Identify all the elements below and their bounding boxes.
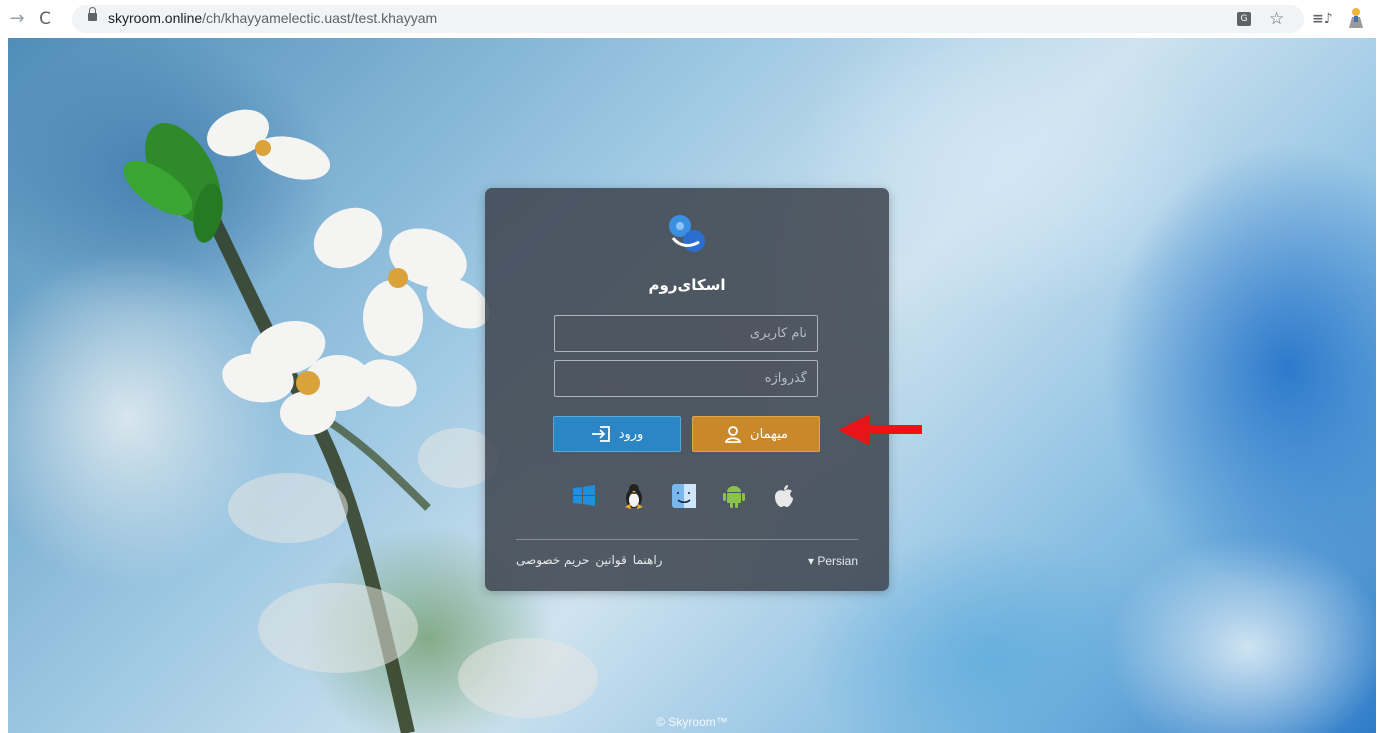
url-host: skyroom.online [108,10,203,26]
bookmark-star-icon[interactable]: ☆ [1269,9,1284,29]
apple-icon[interactable] [769,480,799,512]
forward-arrow-icon[interactable]: → [6,8,28,30]
guest-button-label: میهمان [750,426,788,442]
profile-avatar-icon[interactable] [1345,6,1367,30]
login-button-label: ورود [618,426,644,442]
red-arrow-annotation-icon [838,414,922,446]
lock-icon[interactable] [88,7,97,21]
password-input[interactable] [555,361,817,396]
language-dropdown-icon: ▾ [807,554,818,568]
copyright-text: © Skyroom™ [656,715,728,729]
help-link[interactable]: راهنما [633,553,663,567]
url-text[interactable]: skyroom.online/ch/khayyamelectic.uast/te… [108,10,437,26]
username-input[interactable] [555,316,817,351]
username-field[interactable] [554,315,818,352]
terms-link[interactable]: قوانین [595,553,626,567]
translate-icon[interactable]: G [1237,12,1251,26]
language-select[interactable]: ▾ Persian [808,554,858,568]
windows-icon[interactable] [569,480,599,512]
page-background: اسکای‌روم میهمان ورود [8,38,1376,733]
privacy-link[interactable]: حریم خصوصی [516,553,589,567]
sign-in-icon [591,426,610,442]
platform-download-links [569,480,805,514]
address-bar[interactable]: skyroom.online/ch/khayyamelectic.uast/te… [72,5,1304,33]
macos-finder-icon[interactable] [669,480,699,512]
guest-button[interactable]: میهمان [692,416,820,452]
skyroom-logo-icon [669,215,705,252]
url-path: /ch/khayyamelectic.uast/test.khayyam [202,10,438,26]
divider [516,539,858,540]
password-field[interactable] [554,360,818,397]
browser-toolbar: → C skyroom.online/ch/khayyamelectic.uas… [0,0,1384,38]
login-panel: اسکای‌روم میهمان ورود [485,188,889,591]
login-button[interactable]: ورود [553,416,681,452]
user-icon [724,426,742,443]
media-queue-icon[interactable]: ≡♪ [1312,9,1333,29]
app-title: اسکای‌روم [648,276,726,294]
android-icon[interactable] [719,480,749,512]
footer-links: راهنما قوانین حریم خصوصی [516,553,662,567]
reload-icon[interactable]: C [34,8,56,30]
linux-icon[interactable] [619,480,649,512]
language-label: Persian [817,554,858,568]
